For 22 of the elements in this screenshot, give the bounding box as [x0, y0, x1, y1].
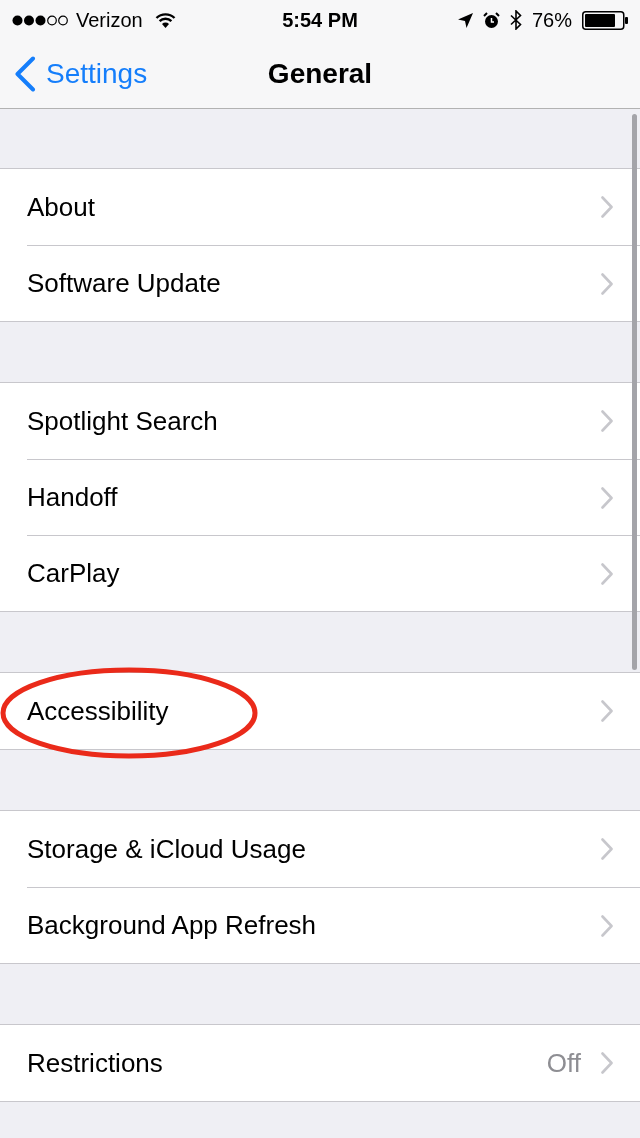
back-chevron-icon [14, 56, 36, 92]
chevron-right-icon [601, 914, 613, 937]
bluetooth-icon [509, 10, 522, 30]
chevron-right-icon [601, 1052, 613, 1074]
chevron-right-icon [601, 196, 613, 218]
chevron-right-icon [601, 410, 613, 432]
chevron-right-icon [601, 838, 613, 860]
chevron-right-icon [601, 700, 613, 722]
battery-icon [582, 10, 628, 30]
alarm-clock-icon [482, 11, 500, 29]
battery-percentage: 76% [531, 8, 572, 33]
location-arrow-icon [457, 12, 473, 28]
chevron-right-icon [601, 562, 613, 585]
signal-strength-icon [12, 14, 68, 26]
chevron-right-icon [601, 486, 613, 509]
chevron-right-icon [601, 272, 613, 295]
carrier-name: Verizon [76, 8, 143, 33]
nav-title: General [267, 57, 373, 91]
row-value: Off [546, 1046, 581, 1080]
back-button[interactable]: Settings [0, 53, 148, 95]
wifi-icon [154, 12, 176, 28]
status-time: 5:54 PM [282, 8, 358, 33]
